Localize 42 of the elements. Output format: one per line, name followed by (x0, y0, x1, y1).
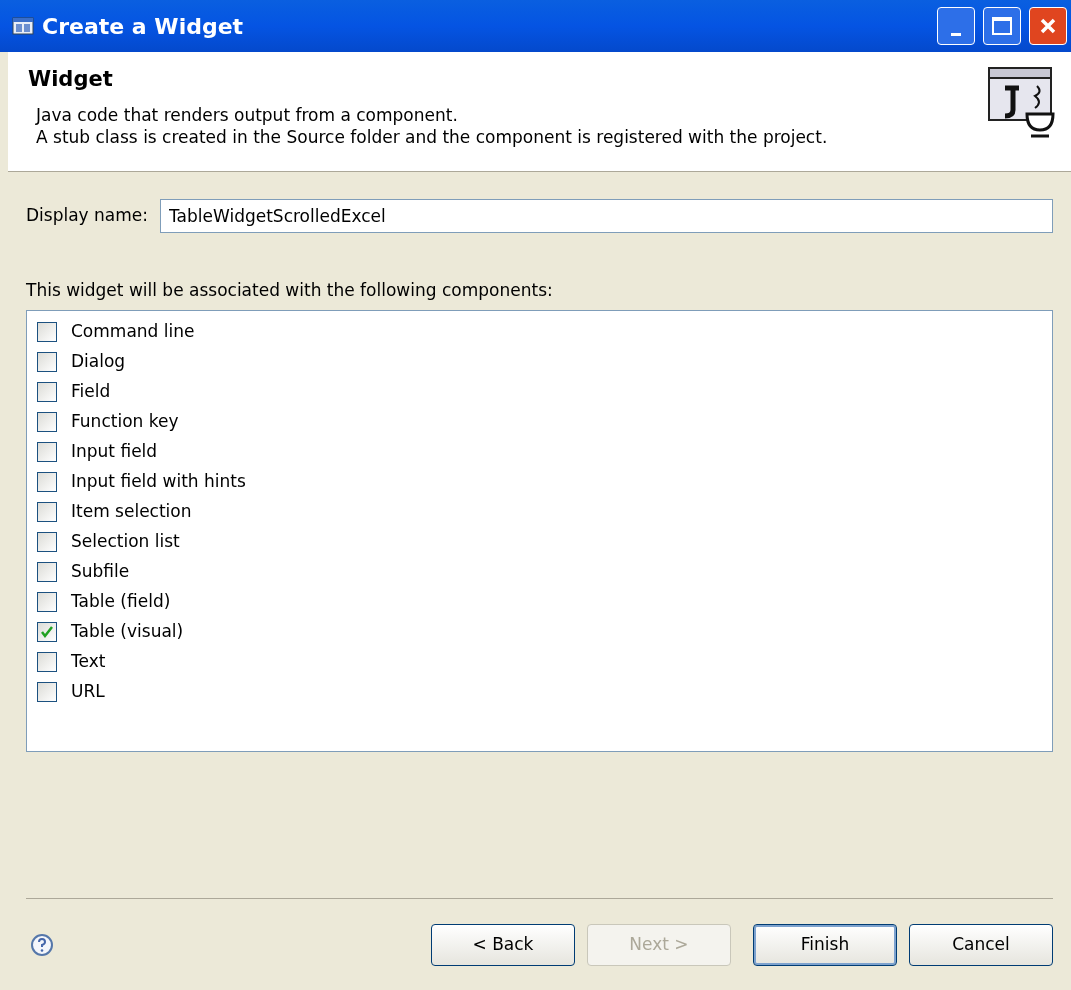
component-label: Table (field) (71, 589, 171, 613)
component-label: Dialog (71, 349, 126, 373)
checkbox[interactable] (37, 681, 57, 702)
checkbox[interactable] (37, 411, 57, 432)
checkbox[interactable] (37, 381, 57, 402)
component-label: Selection list (71, 529, 180, 553)
checkbox[interactable] (37, 351, 57, 372)
page-title: Widget (28, 66, 114, 93)
close-button[interactable] (1029, 7, 1067, 45)
description-text: Java code that renders output from a component. (34, 103, 459, 126)
component-label: Text (71, 649, 106, 673)
component-label: Field (71, 379, 111, 403)
app-icon (12, 16, 34, 36)
checkbox[interactable] (37, 621, 57, 642)
checkbox[interactable] (37, 501, 57, 522)
checkbox[interactable] (37, 531, 57, 552)
display-name-field[interactable]: TableWidgetScrolledExcel (160, 199, 1053, 233)
dialog-button[interactable]: Cancel (909, 923, 1053, 966)
component-label: Table (visual) (71, 619, 184, 643)
help-icon[interactable] (30, 932, 54, 957)
display-name-label: Display name: (26, 204, 148, 228)
checkbox[interactable] (37, 441, 57, 462)
checkbox[interactable] (37, 321, 57, 342)
component-label: Function key (71, 409, 179, 433)
component-label: Item selection (71, 499, 192, 523)
component-label: Command line (71, 319, 195, 343)
component-label: Input field with hints (71, 469, 246, 493)
window-title: Create a Widget (42, 12, 245, 41)
maximize-button[interactable] (983, 7, 1021, 45)
dialog-button[interactable]: < Back (431, 923, 575, 966)
checkbox[interactable] (37, 591, 57, 612)
checkbox[interactable] (37, 651, 57, 672)
minimize-button[interactable] (937, 7, 975, 45)
dialog-button[interactable]: Finish (753, 923, 897, 966)
components-label: This widget will be associated with the following components: (26, 279, 554, 302)
component-label: Subfile (71, 559, 130, 583)
component-label: URL (71, 679, 105, 703)
close-icon (1038, 16, 1058, 36)
description-text: A stub class is created in the Source folder and the component is registered with the project. (35, 125, 829, 148)
checkbox[interactable] (37, 561, 57, 582)
component-label: Input field (71, 439, 158, 463)
checkbox[interactable] (37, 471, 57, 492)
